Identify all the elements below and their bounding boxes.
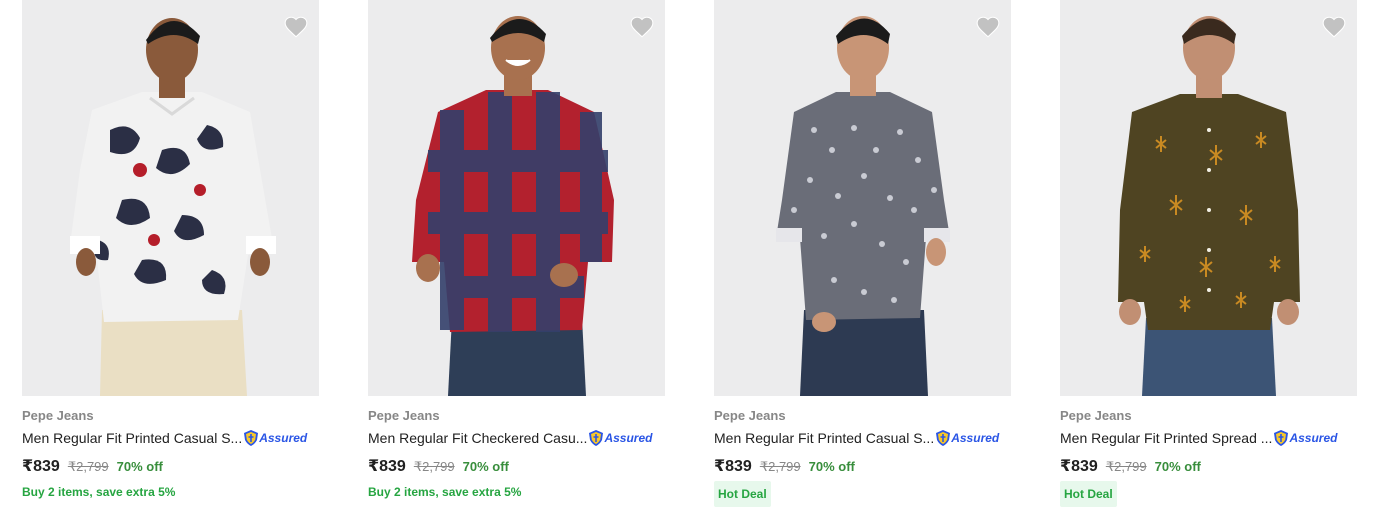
discount-percent: 70% off bbox=[1154, 459, 1201, 474]
original-price: ₹2,799 bbox=[759, 459, 801, 474]
product-image[interactable] bbox=[368, 0, 665, 396]
assured-badge: Assured bbox=[244, 430, 307, 446]
original-price: ₹2,799 bbox=[413, 459, 455, 474]
selling-price: ₹839 bbox=[1060, 458, 1098, 475]
product-card[interactable]: Pepe Jeans Men Regular Fit Printed Casua… bbox=[22, 0, 319, 500]
product-card[interactable]: Pepe Jeans Men Regular Fit Checkered Cas… bbox=[368, 0, 665, 500]
model-photo bbox=[368, 0, 665, 396]
product-grid: Pepe Jeans Men Regular Fit Printed Casua… bbox=[0, 0, 1381, 511]
product-title[interactable]: Men Regular Fit Printed Spread ... bbox=[1060, 429, 1272, 447]
assured-badge-icon bbox=[589, 430, 604, 446]
model-photo bbox=[22, 0, 319, 396]
product-image[interactable] bbox=[1060, 0, 1357, 396]
assured-label: Assured bbox=[951, 431, 1000, 445]
product-title[interactable]: Men Regular Fit Checkered Casu... bbox=[368, 429, 587, 447]
bundle-offer: Buy 2 items, save extra 5% bbox=[368, 485, 522, 499]
assured-badge-icon bbox=[936, 430, 951, 446]
assured-badge: Assured bbox=[589, 430, 652, 446]
product-image[interactable] bbox=[714, 0, 1011, 396]
assured-badge-icon bbox=[1274, 430, 1289, 446]
title-row[interactable]: Men Regular Fit Printed Casual S... Assu… bbox=[22, 429, 319, 447]
hot-deal-tag: Hot Deal bbox=[1060, 481, 1117, 507]
original-price: ₹2,799 bbox=[67, 459, 109, 474]
assured-label: Assured bbox=[259, 431, 308, 445]
selling-price: ₹839 bbox=[22, 458, 60, 475]
product-card[interactable]: Pepe Jeans Men Regular Fit Printed Casua… bbox=[714, 0, 1011, 507]
hot-deal-tag: Hot Deal bbox=[714, 481, 771, 507]
selling-price: ₹839 bbox=[714, 458, 752, 475]
brand-name: Pepe Jeans bbox=[368, 408, 440, 423]
model-photo bbox=[714, 0, 1011, 396]
heart-icon[interactable] bbox=[975, 14, 1001, 40]
product-title[interactable]: Men Regular Fit Printed Casual S... bbox=[714, 429, 934, 447]
selling-price: ₹839 bbox=[368, 458, 406, 475]
price-row: ₹839 ₹2,799 70% off bbox=[714, 456, 1011, 476]
brand-name: Pepe Jeans bbox=[1060, 408, 1132, 423]
price-row: ₹839 ₹2,799 70% off bbox=[22, 456, 319, 476]
bundle-offer: Buy 2 items, save extra 5% bbox=[22, 485, 176, 499]
price-row: ₹839 ₹2,799 70% off bbox=[1060, 456, 1357, 476]
original-price: ₹2,799 bbox=[1105, 459, 1147, 474]
title-row[interactable]: Men Regular Fit Checkered Casu... Assure… bbox=[368, 429, 665, 447]
discount-percent: 70% off bbox=[116, 459, 163, 474]
price-row: ₹839 ₹2,799 70% off bbox=[368, 456, 665, 476]
title-row[interactable]: Men Regular Fit Printed Spread ... Assur… bbox=[1060, 429, 1357, 447]
discount-percent: 70% off bbox=[462, 459, 509, 474]
heart-icon[interactable] bbox=[1321, 14, 1347, 40]
title-row[interactable]: Men Regular Fit Printed Casual S... Assu… bbox=[714, 429, 1011, 447]
product-title[interactable]: Men Regular Fit Printed Casual S... bbox=[22, 429, 242, 447]
brand-name: Pepe Jeans bbox=[714, 408, 786, 423]
product-image[interactable] bbox=[22, 0, 319, 396]
product-card[interactable]: Pepe Jeans Men Regular Fit Printed Sprea… bbox=[1060, 0, 1357, 507]
discount-percent: 70% off bbox=[808, 459, 855, 474]
assured-label: Assured bbox=[1289, 431, 1338, 445]
assured-label: Assured bbox=[604, 431, 653, 445]
heart-icon[interactable] bbox=[629, 14, 655, 40]
assured-badge: Assured bbox=[1274, 430, 1337, 446]
heart-icon[interactable] bbox=[283, 14, 309, 40]
assured-badge: Assured bbox=[936, 430, 999, 446]
model-photo bbox=[1060, 0, 1357, 396]
assured-badge-icon bbox=[244, 430, 259, 446]
brand-name: Pepe Jeans bbox=[22, 408, 94, 423]
